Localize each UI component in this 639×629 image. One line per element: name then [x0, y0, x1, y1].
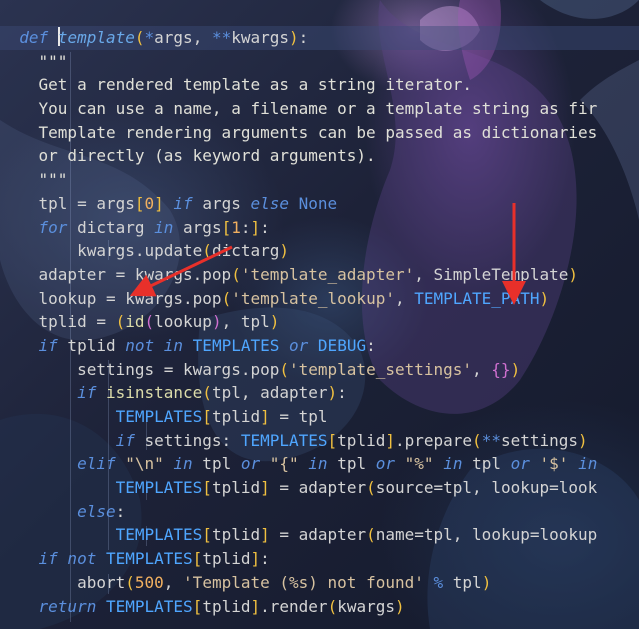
code-line-8-text: tpl = args[0] if args else None: [0, 193, 338, 213]
code-line-23-text: if not TEMPLATES[tplid]:: [38, 549, 270, 569]
code-line-11-text: adapter = kwargs.pop('template_adapter',…: [0, 264, 578, 284]
code-line-4-text: You can use a name, a filename or a temp…: [0, 99, 598, 119]
code-line-16[interactable]: if isinstance(tpl, adapter):: [0, 381, 639, 405]
code-line-7-text: """: [0, 170, 68, 190]
code-line-12-text: lookup = kwargs.pop('template_lookup', T…: [0, 288, 550, 308]
code-line-2[interactable]: """: [0, 50, 639, 74]
code-line-14-text: if tplid not in TEMPLATES or DEBUG:: [38, 335, 376, 355]
code-line-6-text: or directly (as keyword arguments).: [0, 146, 376, 166]
code-line-3-text: Get a rendered template as a string iter…: [0, 75, 473, 95]
code-line-5-text: Template rendering arguments can be pass…: [0, 122, 598, 142]
code-line-10[interactable]: kwargs.update(dictarg): [0, 239, 639, 263]
code-line-13-text: tplid = (id(lookup), tpl): [0, 312, 280, 332]
code-line-19[interactable]: elif "\n" in tpl or "{" in tpl or "%" in…: [0, 452, 639, 476]
code-line-4[interactable]: You can use a name, a filename or a temp…: [0, 97, 639, 121]
code-line-10-text: kwargs.update(dictarg): [0, 241, 290, 261]
code-line-25[interactable]: return TEMPLATES[tplid].render(kwargs): [0, 595, 639, 619]
code-line-20[interactable]: TEMPLATES[tplid] = adapter(source=tpl, l…: [0, 476, 639, 500]
code-line-3[interactable]: Get a rendered template as a string iter…: [0, 73, 639, 97]
code-line-1-text: def template(*args, **kwargs):: [19, 27, 309, 47]
code-line-16-text: if isinstance(tpl, adapter):: [77, 383, 347, 403]
code-line-5[interactable]: Template rendering arguments can be pass…: [0, 121, 639, 145]
code-area[interactable]: def template(*args, **kwargs): """ Get a…: [0, 26, 639, 618]
code-line-24-text: abort(500, 'Template (%s) not found' % t…: [0, 572, 492, 592]
code-line-6[interactable]: or directly (as keyword arguments).: [0, 144, 639, 168]
code-line-22[interactable]: TEMPLATES[tplid] = adapter(name=tpl, loo…: [0, 523, 639, 547]
code-line-17[interactable]: TEMPLATES[tplid] = tpl: [0, 405, 639, 429]
code-line-7[interactable]: """: [0, 168, 639, 192]
code-line-11[interactable]: adapter = kwargs.pop('template_adapter',…: [0, 263, 639, 287]
code-line-14[interactable]: if tplid not in TEMPLATES or DEBUG:: [0, 334, 639, 358]
code-line-2-text: """: [0, 51, 68, 71]
code-line-13[interactable]: tplid = (id(lookup), tpl): [0, 310, 639, 334]
code-line-25-text: return TEMPLATES[tplid].render(kwargs): [38, 596, 405, 616]
code-line-17-text: TEMPLATES[tplid] = tpl: [115, 407, 328, 426]
code-line-21-text: else:: [77, 501, 126, 521]
code-line-24[interactable]: abort(500, 'Template (%s) not found' % t…: [0, 571, 639, 595]
code-line-18[interactable]: if settings: TEMPLATES[tplid].prepare(**…: [0, 429, 639, 453]
code-line-9[interactable]: for dictarg in args[1:]:: [0, 216, 639, 240]
code-line-23[interactable]: if not TEMPLATES[tplid]:: [0, 547, 639, 571]
code-editor[interactable]: def template(*args, **kwargs): """ Get a…: [0, 0, 639, 629]
code-line-9-text: for dictarg in args[1:]:: [38, 217, 270, 237]
code-line-1[interactable]: def template(*args, **kwargs):: [0, 26, 639, 50]
code-line-19-text: elif "\n" in tpl or "{" in tpl or "%" in…: [77, 454, 598, 474]
code-line-12[interactable]: lookup = kwargs.pop('template_lookup', T…: [0, 287, 639, 311]
code-line-15[interactable]: settings = kwargs.pop('template_settings…: [0, 358, 639, 382]
code-line-15-text: settings = kwargs.pop('template_settings…: [0, 359, 521, 379]
code-line-8[interactable]: tpl = args[0] if args else None: [0, 192, 639, 216]
code-line-22-text: TEMPLATES[tplid] = adapter(name=tpl, loo…: [115, 525, 598, 545]
code-line-18-text: if settings: TEMPLATES[tplid].prepare(**…: [115, 430, 588, 450]
code-line-21[interactable]: else:: [0, 500, 639, 524]
code-line-20-text: TEMPLATES[tplid] = adapter(source=tpl, l…: [115, 478, 598, 498]
